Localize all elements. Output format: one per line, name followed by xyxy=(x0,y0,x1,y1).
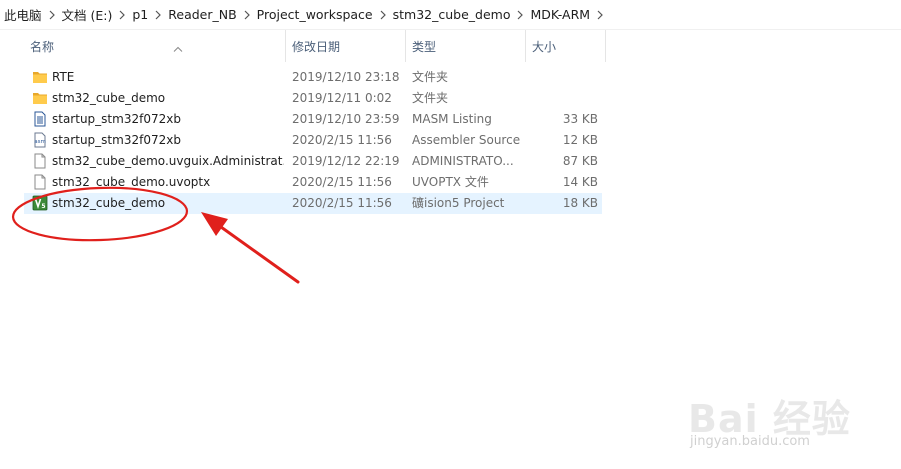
file-type: MASM Listing xyxy=(412,112,492,126)
file-type: 文件夹 xyxy=(412,70,449,84)
file-name: stm32_cube_demo.uvguix.Administrat... xyxy=(52,154,284,168)
uvision-project-icon: 5 xyxy=(32,195,48,212)
sort-ascending-icon xyxy=(173,31,183,65)
chevron-right-icon[interactable] xyxy=(113,8,131,22)
file-name: stm32_cube_demo xyxy=(52,91,166,105)
column-header-bar: 名称 修改日期 类型 大小 xyxy=(0,30,901,62)
breadcrumb-item-project-workspace[interactable]: Project_workspace xyxy=(256,7,374,22)
column-header-name[interactable]: 名称 xyxy=(24,30,286,62)
file-date: 2019/12/12 22:19 xyxy=(292,154,400,168)
file-size xyxy=(534,88,598,109)
column-header-type[interactable]: 类型 xyxy=(406,30,526,62)
listing-file-icon xyxy=(32,111,48,128)
file-row-uvoptx[interactable]: stm32_cube_demo.uvoptx 2020/2/15 11:56 U… xyxy=(24,172,602,193)
file-size: 18 KB xyxy=(562,196,598,210)
file-row-uvision-project[interactable]: 5 stm32_cube_demo 2020/2/15 11:56 礦ision… xyxy=(24,193,602,214)
file-name: stm32_cube_demo xyxy=(52,196,166,210)
file-row-stm32-cube-demo-folder[interactable]: stm32_cube_demo 2019/12/11 0:02 文件夹 xyxy=(24,88,602,109)
file-size: 12 KB xyxy=(562,133,598,147)
file-row-startup-asm[interactable]: asm startup_stm32f072xb 2020/2/15 11:56 … xyxy=(24,130,602,151)
file-list: RTE 2019/12/10 23:18 文件夹 stm32_cube_demo… xyxy=(24,67,602,214)
file-row-uvguix[interactable]: stm32_cube_demo.uvguix.Administrat... 20… xyxy=(24,151,602,172)
blank-file-icon xyxy=(32,153,48,170)
blank-file-icon xyxy=(32,174,48,191)
column-header-date[interactable]: 修改日期 xyxy=(286,30,406,62)
file-row-startup-listing[interactable]: startup_stm32f072xb 2019/12/10 23:59 MAS… xyxy=(24,109,602,130)
chevron-right-icon[interactable] xyxy=(149,8,167,22)
breadcrumb-item-this-pc[interactable]: 此电脑 xyxy=(3,5,43,24)
file-type: Assembler Source xyxy=(412,133,521,147)
file-row-rte[interactable]: RTE 2019/12/10 23:18 文件夹 xyxy=(24,67,602,88)
file-date: 2019/12/10 23:18 xyxy=(292,70,400,84)
column-header-size-label: 大小 xyxy=(532,40,557,54)
file-type: 礦ision5 Project xyxy=(412,196,505,210)
baidu-jingyan-watermark: Bai 经验 jingyan.baidu.com xyxy=(688,372,888,462)
file-name: RTE xyxy=(52,70,75,84)
column-header-name-label: 名称 xyxy=(30,40,55,54)
chevron-right-icon[interactable] xyxy=(511,8,529,22)
file-date: 2019/12/11 0:02 xyxy=(292,91,392,105)
annotation-arrow-head xyxy=(201,212,228,236)
folder-icon xyxy=(32,90,48,107)
breadcrumb-item-drive-e[interactable]: 文档 (E:) xyxy=(61,5,114,24)
column-divider[interactable] xyxy=(605,30,606,62)
breadcrumb-item-stm32-cube-demo[interactable]: stm32_cube_demo xyxy=(392,7,512,22)
file-date: 2020/2/15 11:56 xyxy=(292,175,392,189)
svg-text:asm: asm xyxy=(34,139,46,145)
chevron-right-icon[interactable] xyxy=(238,8,256,22)
breadcrumb-item-reader-nb[interactable]: Reader_NB xyxy=(167,7,237,22)
file-date: 2019/12/10 23:59 xyxy=(292,112,400,126)
file-explorer-window: 此电脑 文档 (E:) p1 Reader_NB Project_workspa… xyxy=(0,0,901,469)
watermark-domain: jingyan.baidu.com xyxy=(690,434,810,449)
svg-text:5: 5 xyxy=(41,203,45,210)
file-size xyxy=(534,67,598,88)
file-date: 2020/2/15 11:56 xyxy=(292,196,392,210)
file-name: startup_stm32f072xb xyxy=(52,112,181,126)
file-type: 文件夹 xyxy=(412,91,449,105)
asm-file-icon: asm xyxy=(32,132,48,149)
file-type: UVOPTX 文件 xyxy=(412,175,489,189)
file-size: 33 KB xyxy=(562,112,598,126)
folder-icon xyxy=(32,69,48,86)
column-header-type-label: 类型 xyxy=(412,40,437,54)
file-name: startup_stm32f072xb xyxy=(52,133,181,147)
breadcrumb-item-mdk-arm[interactable]: MDK-ARM xyxy=(529,7,591,22)
annotation-arrow-shaft xyxy=(212,220,300,284)
breadcrumb-item-p1[interactable]: p1 xyxy=(131,7,149,22)
file-size: 14 KB xyxy=(562,175,598,189)
file-size: 87 KB xyxy=(562,154,598,168)
file-date: 2020/2/15 11:56 xyxy=(292,133,392,147)
chevron-right-icon[interactable] xyxy=(43,8,61,22)
file-type: ADMINISTRATO... xyxy=(412,154,514,168)
chevron-right-icon[interactable] xyxy=(374,8,392,22)
column-header-size[interactable]: 大小 xyxy=(526,30,606,62)
file-name: stm32_cube_demo.uvoptx xyxy=(52,175,211,189)
chevron-right-icon[interactable] xyxy=(591,8,609,22)
breadcrumb: 此电脑 文档 (E:) p1 Reader_NB Project_workspa… xyxy=(0,0,901,30)
column-header-date-label: 修改日期 xyxy=(292,40,341,54)
